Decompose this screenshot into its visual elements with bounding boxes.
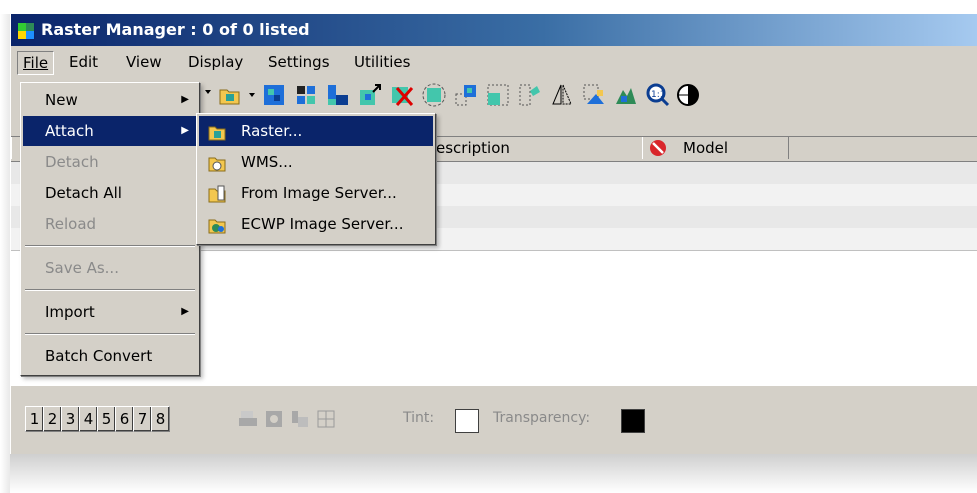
column-model-label: Model bbox=[683, 139, 729, 157]
clip-mask-icon[interactable] bbox=[613, 82, 639, 108]
select-raster-icon[interactable] bbox=[293, 82, 319, 108]
image-server-icon bbox=[207, 184, 227, 204]
view-7-button[interactable]: 7 bbox=[133, 406, 152, 432]
file-menu-detach-label: Detach bbox=[45, 153, 99, 171]
menu-bar: File Edit View Display Settings Utilitie… bbox=[11, 48, 977, 75]
attach-raster-item[interactable]: Raster... bbox=[199, 116, 433, 146]
file-menu: New ▶ Attach ▶ Detach Detach All Reload Sa… bbox=[20, 82, 200, 376]
column-header-model[interactable]: Model bbox=[642, 137, 789, 159]
file-menu-new-label: New bbox=[45, 91, 78, 109]
attach-ecwp-server-item[interactable]: ECWP Image Server... bbox=[199, 209, 433, 239]
grid-icon[interactable] bbox=[315, 408, 337, 430]
toolbar: 1:1 bbox=[201, 76, 977, 116]
attach-image-server-label: From Image Server... bbox=[241, 184, 397, 202]
attach-raster-label: Raster... bbox=[241, 122, 303, 140]
column-description-label: escription bbox=[436, 139, 510, 157]
menu-edit-label: Edit bbox=[69, 53, 99, 71]
raster-view-icon[interactable] bbox=[261, 82, 287, 108]
attach-image-server-item[interactable]: From Image Server... bbox=[199, 178, 433, 208]
menu-file-label: File bbox=[23, 54, 49, 72]
file-menu-detach-all-label: Detach All bbox=[45, 184, 122, 202]
menu-edit[interactable]: Edit bbox=[64, 51, 103, 73]
menu-display-label: Display bbox=[188, 53, 244, 71]
file-menu-detach-all[interactable]: Detach All bbox=[23, 178, 197, 208]
file-menu-import-label: Import bbox=[45, 303, 95, 321]
attach-submenu: Raster... WMS... From Image Server... EC… bbox=[196, 113, 436, 245]
view-3-button[interactable]: 3 bbox=[61, 406, 80, 432]
ecwp-server-icon bbox=[207, 215, 227, 235]
file-menu-batch-convert-label: Batch Convert bbox=[45, 347, 153, 365]
mirror-raster-icon[interactable] bbox=[549, 82, 575, 108]
layers-icon[interactable] bbox=[289, 408, 311, 430]
view-2-button[interactable]: 2 bbox=[43, 406, 62, 432]
tint-label: Tint: bbox=[403, 410, 435, 426]
window-title: Raster Manager : 0 of 0 listed bbox=[41, 20, 310, 39]
menu-utilities-label: Utilities bbox=[354, 53, 411, 71]
submenu-arrow-icon: ▶ bbox=[181, 94, 189, 105]
transparency-color-swatch[interactable] bbox=[621, 409, 645, 433]
move-raster-icon[interactable] bbox=[357, 82, 383, 108]
attach-wms-item[interactable]: WMS... bbox=[199, 147, 433, 177]
menu-separator bbox=[25, 245, 195, 247]
file-menu-save-as[interactable]: Save As... bbox=[23, 253, 197, 283]
contrast-icon[interactable] bbox=[675, 82, 701, 108]
view-5-button[interactable]: 5 bbox=[97, 406, 116, 432]
attach-wms-label: WMS... bbox=[241, 153, 293, 171]
menu-separator bbox=[25, 289, 195, 291]
no-entry-icon bbox=[649, 139, 667, 157]
file-menu-batch-convert[interactable]: Batch Convert bbox=[23, 341, 197, 371]
submenu-arrow-icon: ▶ bbox=[181, 125, 189, 136]
wms-icon bbox=[207, 153, 227, 173]
menu-file[interactable]: File bbox=[17, 51, 55, 75]
submenu-arrow-icon: ▶ bbox=[181, 306, 189, 317]
transparency-label: Transparency: bbox=[493, 410, 591, 426]
status-bar: 1 2 3 4 5 6 7 8 Tint: Transparency: bbox=[11, 394, 977, 444]
title-bar[interactable]: Raster Manager : 0 of 0 listed bbox=[11, 14, 977, 46]
delete-raster-icon[interactable] bbox=[389, 82, 415, 108]
left-shadow bbox=[0, 14, 10, 493]
raster-icon bbox=[207, 122, 227, 142]
raster-manager-app-icon bbox=[17, 22, 35, 40]
menu-settings[interactable]: Settings bbox=[263, 51, 335, 73]
file-menu-attach-label: Attach bbox=[45, 122, 94, 140]
warp-raster-icon[interactable] bbox=[517, 82, 543, 108]
zoom-1-1-icon[interactable]: 1:1 bbox=[645, 82, 671, 108]
column-header-description[interactable]: escription bbox=[431, 137, 643, 159]
scale-raster-icon[interactable] bbox=[453, 82, 479, 108]
view-8-button[interactable]: 8 bbox=[151, 406, 170, 432]
rotate-raster-icon[interactable] bbox=[421, 82, 447, 108]
menu-display[interactable]: Display bbox=[183, 51, 248, 73]
view-1-button[interactable]: 1 bbox=[25, 406, 44, 432]
attach-folder-icon[interactable] bbox=[217, 82, 243, 108]
print-icon[interactable] bbox=[237, 408, 259, 430]
attach-ecwp-server-label: ECWP Image Server... bbox=[241, 215, 404, 233]
file-menu-detach[interactable]: Detach bbox=[23, 147, 197, 177]
view-4-button[interactable]: 4 bbox=[79, 406, 98, 432]
menu-utilities[interactable]: Utilities bbox=[349, 51, 415, 73]
resize-raster-icon[interactable] bbox=[485, 82, 511, 108]
menu-view[interactable]: View bbox=[121, 51, 167, 73]
menu-separator bbox=[25, 333, 195, 335]
raster-layers-icon[interactable] bbox=[325, 82, 351, 108]
file-menu-attach[interactable]: Attach ▶ bbox=[23, 116, 197, 146]
window-reflection bbox=[10, 454, 977, 493]
clip-raster-icon[interactable] bbox=[581, 82, 607, 108]
menu-settings-label: Settings bbox=[268, 53, 330, 71]
menu-view-label: View bbox=[126, 53, 162, 71]
save-disk-icon[interactable] bbox=[263, 408, 285, 430]
file-menu-reload[interactable]: Reload bbox=[23, 209, 197, 239]
file-menu-reload-label: Reload bbox=[45, 215, 97, 233]
file-menu-import[interactable]: Import ▶ bbox=[23, 297, 197, 327]
view-6-button[interactable]: 6 bbox=[115, 406, 134, 432]
file-menu-save-as-label: Save As... bbox=[45, 259, 119, 277]
file-menu-new[interactable]: New ▶ bbox=[23, 85, 197, 115]
tint-color-swatch[interactable] bbox=[455, 409, 479, 433]
